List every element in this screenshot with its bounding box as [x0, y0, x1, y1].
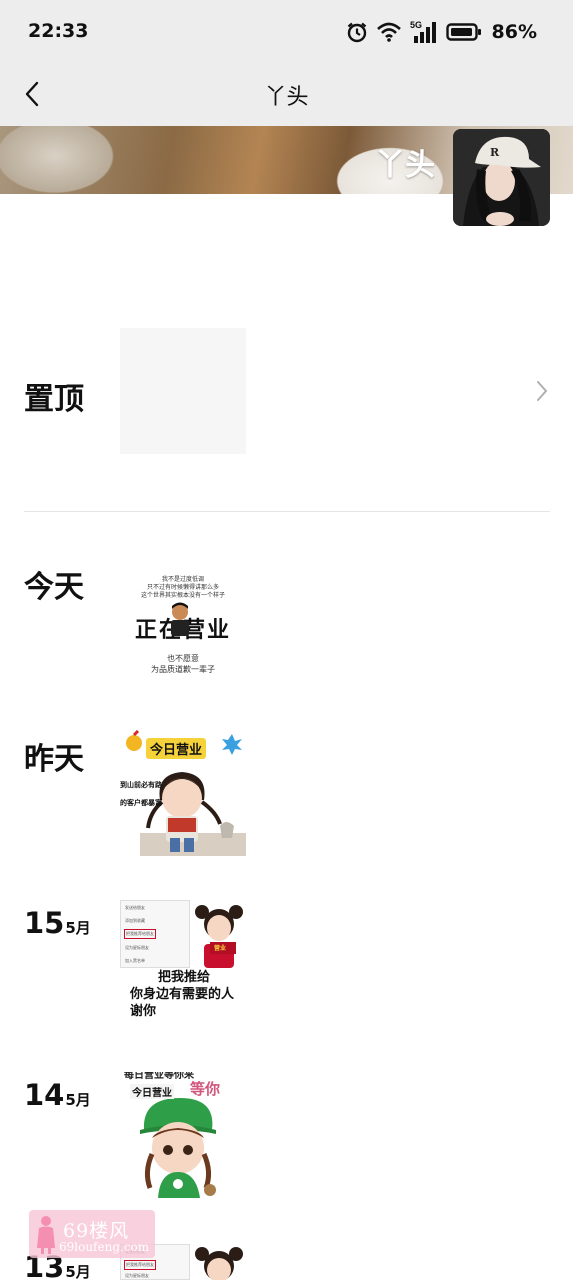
thumb-badge: 等你 [190, 1080, 221, 1098]
thumb-menu-item: 添加到收藏 [125, 918, 145, 923]
thumb-text: 我不是过度低调 [161, 576, 204, 583]
cellular-5g-icon: 5G [410, 20, 438, 44]
thumb-text: 只不过有时候懒得讲那么多 [146, 584, 219, 591]
watermark-figure-icon [37, 1216, 55, 1254]
network-type: 5G [410, 20, 422, 30]
post-thumbnail-15[interactable]: 发送给朋友 添加到收藏 把我推荐给朋友 设为星标朋友 加入黑名单 营业 把我推给… [120, 900, 246, 1026]
status-time: 22:33 [28, 20, 89, 42]
thumb-badge: 今日营业 [146, 738, 207, 759]
battery-percent: 86% [491, 21, 537, 43]
thumb-menu-item: 发送给朋友 [125, 905, 145, 910]
post-thumbnail-yesterday[interactable]: 今日营业 到山前必有路 的客户都暴富 [120, 730, 246, 856]
chevron-right-icon [537, 381, 548, 401]
watermark-url: 69loufeng.com [59, 1240, 150, 1254]
thumb-text: 也不愿意 [167, 654, 199, 663]
thumb-text: 谢你 [130, 1004, 157, 1019]
cartoon-girl-sign-icon [195, 905, 243, 968]
date-label-14: 145月 [24, 1078, 91, 1112]
thumb-menu-item: 把我推荐给朋友 [124, 1260, 156, 1270]
date-label-yesterday: 昨天 [24, 742, 84, 777]
nav-bar: 丫头 [0, 64, 573, 126]
page-title: 丫头 [264, 85, 309, 110]
pinned-post-thumbnail[interactable] [120, 328, 246, 454]
thumb-menu-item: 设为星标朋友 [125, 1273, 149, 1278]
profile-name: 丫头 [375, 148, 435, 183]
post-thumbnail-today[interactable]: 我不是过度低调 只不过有时候懒得讲那么多 这个世界其实根本没有一个样子 正在营业… [120, 560, 246, 686]
thumb-menu-item: 设为星标朋友 [125, 945, 149, 950]
date-month: 5月 [65, 1263, 91, 1280]
divider [24, 511, 550, 512]
battery-icon [445, 22, 482, 42]
date-label-15: 155月 [24, 906, 91, 940]
thumb-text: 到山前必有路 [120, 781, 162, 789]
date-day: 15 [24, 906, 65, 940]
cartoon-girl-icon [195, 1247, 243, 1280]
pinned-label: 置顶 [24, 382, 84, 417]
thumb-text: 这个世界其实根本没有一个样子 [140, 592, 225, 599]
avatar[interactable]: R [453, 129, 550, 226]
date-day: 14 [24, 1078, 65, 1112]
status-bar: 22:33 5G 86% [0, 0, 573, 64]
thumb-menu-item: 把我推荐给朋友 [124, 929, 156, 939]
watermark: 69楼风 69loufeng.com [29, 1210, 155, 1258]
date-label-today: 今天 [24, 570, 84, 605]
cartoon-man-icon [171, 602, 189, 636]
pinned-more-button[interactable] [532, 378, 552, 404]
thumb-menu: 发送给朋友 添加到收藏 把我推荐给朋友 设为星标朋友 加入黑名单 [120, 900, 190, 968]
avatar-photo-icon: R [453, 129, 550, 226]
thumb-text: 的客户都暴富 [120, 799, 162, 807]
thumb-text: 为品质道歉一辈子 [151, 665, 215, 674]
watermark-text: 69楼风 [63, 1220, 130, 1242]
post-thumbnail-14[interactable]: 每日营业等你来 今日营业 等你 [120, 1072, 246, 1198]
wifi-icon [376, 22, 402, 42]
date-month: 5月 [65, 919, 91, 937]
status-icons: 5G 86% [346, 19, 537, 45]
date-month: 5月 [65, 1091, 91, 1109]
svg-text:R: R [490, 146, 500, 159]
thumb-sign: 营业 [214, 945, 227, 952]
thumb-badge: 今日营业 [130, 1084, 174, 1099]
thumb-menu-item: 加入黑名单 [125, 958, 145, 963]
alarm-icon [346, 21, 368, 43]
